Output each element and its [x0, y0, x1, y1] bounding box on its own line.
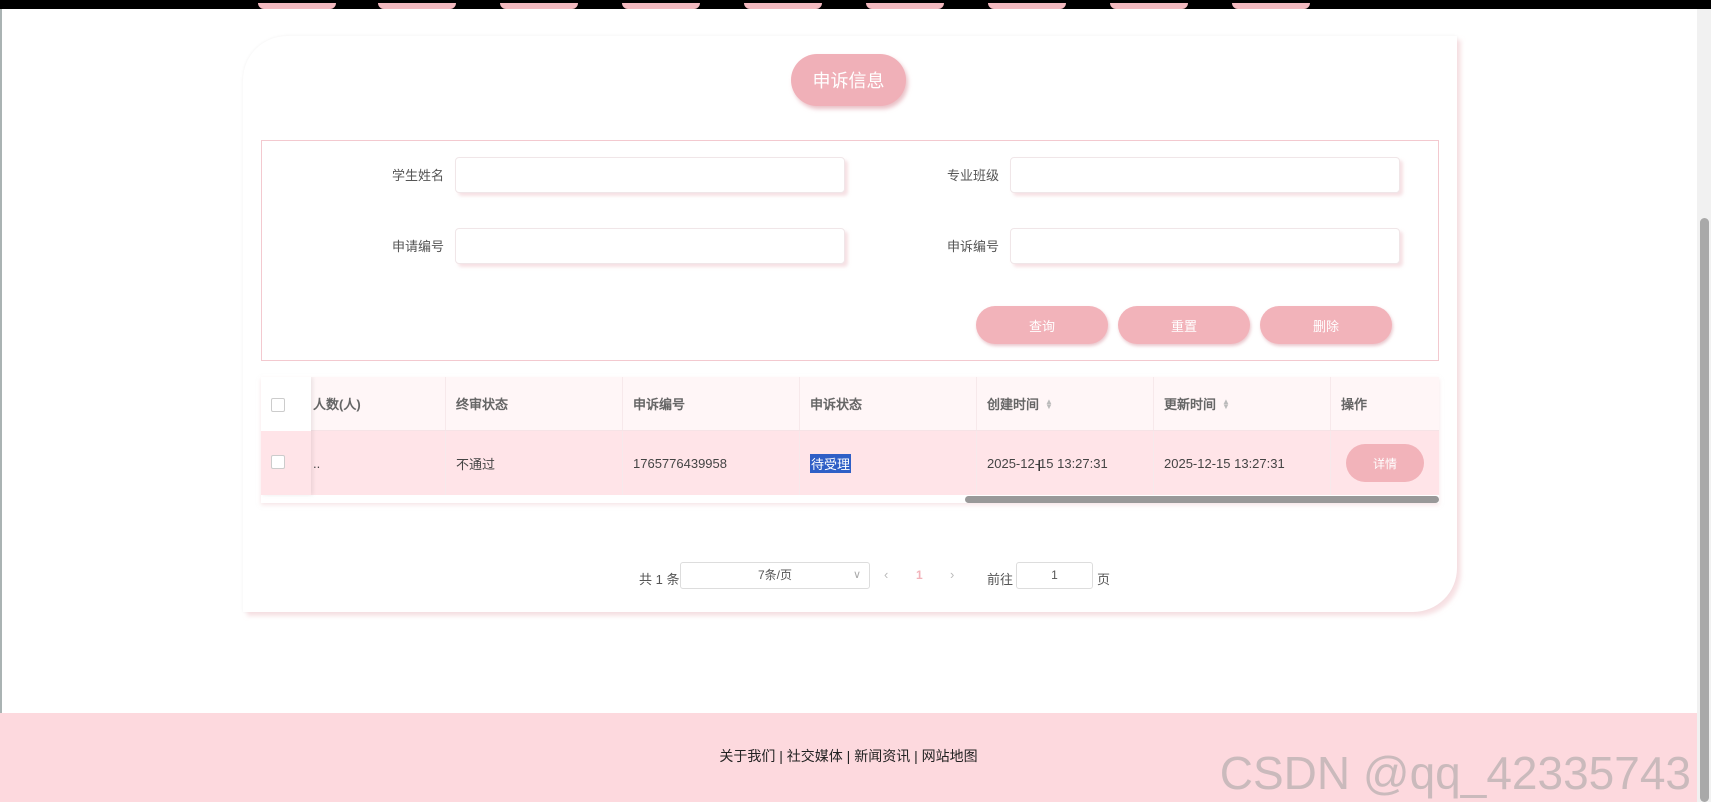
- student-name-input[interactable]: [455, 157, 845, 193]
- nav-tab[interactable]: [1110, 3, 1188, 9]
- nav-tab[interactable]: [258, 3, 336, 9]
- sort-icon[interactable]: ▲ ▼: [1222, 397, 1230, 410]
- page-size-select[interactable]: 7条/页 ∨: [680, 562, 870, 589]
- reset-button[interactable]: 重置: [1118, 306, 1250, 344]
- student-name-label: 学生姓名: [391, 168, 444, 183]
- table-row[interactable]: .. 不通过 1765776439958 待受理 2025-12-15 13:2…: [261, 431, 1439, 495]
- table-header: 人数(人) 终审状态 申诉编号 申诉状态 创建时间 ▲ ▼ 更新时间 ▲ ▼ 操作: [261, 377, 1439, 431]
- nav-tab[interactable]: [1232, 3, 1310, 9]
- next-page-icon[interactable]: ›: [950, 567, 954, 582]
- nav-tab[interactable]: [622, 3, 700, 9]
- nav-tab[interactable]: [988, 3, 1066, 9]
- prev-page-icon[interactable]: ‹: [884, 567, 888, 582]
- selected-text: 待受理: [810, 453, 852, 473]
- top-nav-bar: [0, 0, 1711, 9]
- nav-tab[interactable]: [500, 3, 578, 9]
- query-button[interactable]: 查询: [976, 306, 1108, 344]
- data-table: 人数(人) 终审状态 申诉编号 申诉状态 创建时间 ▲ ▼ 更新时间 ▲ ▼ 操作 ..…: [261, 377, 1439, 503]
- watermark: CSDN @qq_42335743: [1219, 747, 1691, 799]
- cell-updated: 2025-12-15 13:27:31: [1154, 431, 1331, 495]
- search-form: 学生姓名 专业班级 申请编号 申诉编号 查询 重置 删除: [261, 140, 1439, 361]
- sort-icon[interactable]: ▲ ▼: [1045, 397, 1053, 410]
- select-all-checkbox[interactable]: [271, 398, 285, 412]
- nav-tab[interactable]: [378, 3, 456, 9]
- application-no-input[interactable]: [455, 228, 845, 264]
- goto-label: 前往: [987, 572, 1014, 587]
- selection-column: [261, 377, 311, 495]
- col-count: 人数(人): [311, 377, 446, 430]
- pagination: 共 1 条 7条/页 ∨ ‹ 1 › 前往 1 页: [243, 562, 1457, 592]
- col-appeal-status: 申诉状态: [800, 377, 977, 430]
- current-page[interactable]: 1: [916, 568, 923, 582]
- table-horizontal-scrollbar[interactable]: [965, 496, 1439, 503]
- cell-final-status: 不通过: [446, 431, 623, 495]
- cell-created: 2025-12-15 13:27:31: [977, 431, 1154, 495]
- appeal-no-input[interactable]: [1010, 228, 1400, 264]
- col-updated[interactable]: 更新时间 ▲ ▼: [1154, 377, 1331, 430]
- window-edge: [0, 9, 2, 802]
- appeal-card: 申诉信息 学生姓名 专业班级 申请编号 申诉编号 查询 重置 删除 人数(人) …: [243, 36, 1457, 612]
- goto-page-input[interactable]: 1: [1016, 562, 1093, 589]
- col-final-status: 终审状态: [446, 377, 623, 430]
- major-class-input[interactable]: [1010, 157, 1400, 193]
- delete-button[interactable]: 删除: [1260, 306, 1392, 344]
- row-checkbox[interactable]: [271, 455, 285, 469]
- cell-appeal-no: 1765776439958: [623, 431, 800, 495]
- page-scrollbar-thumb[interactable]: [1700, 218, 1709, 802]
- detail-button[interactable]: 详情: [1346, 444, 1424, 482]
- row-select-cell: [261, 431, 311, 495]
- chevron-down-icon: ∨: [852, 569, 861, 581]
- appeal-no-label: 申诉编号: [946, 239, 999, 254]
- cell-count: ..: [311, 431, 446, 495]
- nav-tab[interactable]: [744, 3, 822, 9]
- total-count: 共 1 条: [639, 572, 680, 587]
- nav-tab[interactable]: [866, 3, 944, 9]
- text-cursor-icon: I: [1037, 458, 1042, 475]
- col-action: 操作: [1341, 397, 1368, 412]
- application-no-label: 申请编号: [391, 239, 444, 254]
- col-created[interactable]: 创建时间 ▲ ▼: [977, 377, 1154, 430]
- page-suffix: 页: [1097, 572, 1111, 587]
- cell-action: 详情: [1331, 431, 1439, 495]
- col-appeal-no: 申诉编号: [623, 377, 800, 430]
- major-class-label: 专业班级: [946, 168, 999, 183]
- cell-appeal-status: 待受理: [800, 431, 977, 495]
- page-title: 申诉信息: [791, 54, 906, 106]
